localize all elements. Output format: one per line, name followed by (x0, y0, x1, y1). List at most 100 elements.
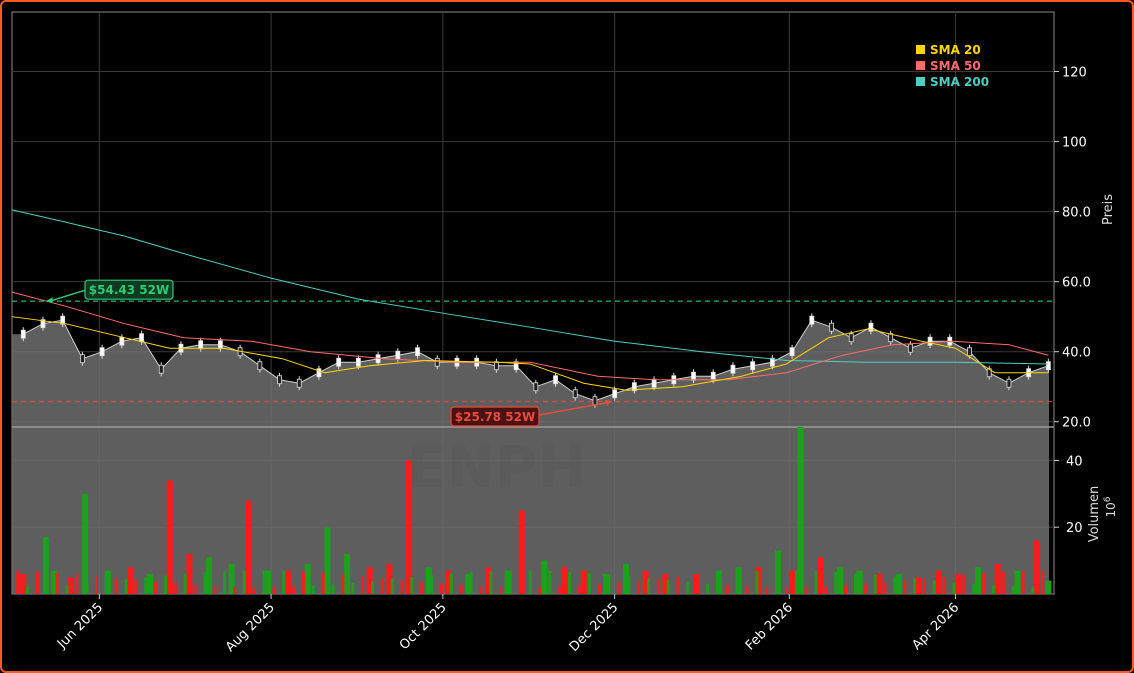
candle-body (553, 375, 558, 385)
price-tick-label: 100 (1062, 136, 1087, 151)
volume-bar-minor (725, 585, 729, 594)
volume-bar-minor (252, 587, 256, 594)
volume-bar-minor (706, 583, 710, 594)
legend-label: SMA 50 (930, 59, 981, 73)
volume-bar-minor (430, 575, 434, 594)
volume-bar-minor (1001, 571, 1005, 594)
candle-body (789, 347, 795, 357)
volume-bar-minor (183, 573, 187, 594)
legend-swatch (916, 45, 925, 54)
chart-frame: ENPH $54.43 52W $25.78 52W 20.0 40.0 60.0 80.0… (0, 0, 1134, 673)
volume-bar-minor (794, 570, 798, 594)
volume-bar-minor (1041, 570, 1045, 594)
volume-bar-minor (1021, 571, 1025, 594)
volume-bar-minor (262, 570, 266, 594)
candle-body (848, 333, 854, 343)
volume-bar-minor (627, 576, 631, 594)
x-tick-label: Aug 2025 (223, 600, 278, 655)
volume-bar-minor (242, 570, 246, 594)
low-52w-label: $25.78 52W (455, 410, 535, 424)
volume-bar-minor (223, 571, 227, 594)
volume-bar-minor (499, 586, 503, 594)
volume-bar-minor (715, 573, 719, 594)
volume-bar-minor (351, 582, 355, 594)
candle-body (158, 364, 164, 374)
volume-bar-minor (154, 581, 158, 594)
volume-bar (1034, 540, 1041, 594)
candle-body (198, 340, 204, 350)
legend-swatch (916, 77, 925, 86)
volume-bar-minor (114, 577, 118, 594)
volume-bar-minor (193, 584, 197, 594)
volume-bar-minor (370, 580, 374, 594)
watermark-text: ENPH (407, 433, 586, 501)
price-tick-label: 60.0 (1062, 276, 1091, 291)
candle-body (1045, 361, 1051, 371)
volume-bar-minor (903, 580, 907, 594)
volume-bar-minor (489, 571, 493, 594)
volume-bar-minor (292, 586, 296, 594)
volume-bar (836, 567, 843, 594)
volume-bar-minor (873, 574, 877, 594)
volume-bar-minor (666, 580, 670, 594)
candle-body (277, 375, 282, 385)
candle-body (296, 378, 302, 388)
volume-bar-minor (942, 576, 946, 594)
volume-bar-minor (913, 578, 917, 594)
price-tick-label: 20.0 (1062, 416, 1091, 431)
volume-bar (955, 573, 962, 594)
volume-multiplier-exponent: 6 (1103, 496, 1113, 502)
volume-bar (344, 553, 351, 594)
volume-bar-minor (656, 578, 660, 594)
volume-bar (541, 560, 548, 594)
volume-bar-minor (16, 570, 20, 594)
candle-body (612, 389, 618, 399)
x-tick-label: Feb 2026 (743, 600, 796, 653)
candle-body (533, 382, 539, 392)
high-52w-label: $54.43 52W (89, 283, 169, 297)
volume-bar-minor (173, 583, 177, 594)
candle-body (80, 354, 85, 364)
candle-body (592, 396, 598, 406)
volume-bar-minor (144, 577, 148, 594)
volume-bar (127, 567, 134, 594)
volume-bar (166, 480, 173, 594)
legend-label: SMA 20 (930, 43, 981, 57)
volume-bar-minor (607, 574, 611, 594)
candle-body (493, 361, 499, 371)
x-tick-label: Dec 2025 (567, 600, 622, 655)
candle-body (336, 357, 342, 367)
volume-bar-minor (361, 576, 365, 594)
volume-bar-minor (844, 585, 848, 594)
candle-body (1006, 378, 1012, 388)
volume-bar (518, 510, 525, 594)
volume-bar-minor (676, 576, 680, 594)
volume-bar-minor (834, 571, 838, 594)
volume-bar-minor (1011, 586, 1015, 594)
volume-bar (324, 527, 331, 594)
volume-bar-minor (883, 582, 887, 594)
volume-bar (186, 553, 193, 594)
volume-bar-minor (420, 581, 424, 594)
legend-label: SMA 200 (930, 75, 989, 89)
volume-bar-minor (646, 578, 650, 594)
volume-bar (20, 573, 27, 594)
volume-bar-minor (991, 585, 995, 594)
volume-bar-minor (45, 585, 49, 594)
candle-body (99, 347, 105, 357)
candle-body (691, 371, 696, 381)
candle-body (395, 350, 401, 360)
candle-body (415, 347, 420, 357)
candle-body (139, 333, 144, 343)
x-axis: Jun 2025 Aug 2025 Oct 2025 Dec 2025 Feb 2026… (54, 594, 962, 655)
volume-bar-minor (479, 586, 483, 594)
volume-bar-minor (775, 570, 779, 594)
x-tick-label: Jun 2025 (54, 600, 106, 652)
volume-bar-minor (863, 583, 867, 594)
volume-bar-minor (55, 572, 59, 594)
volume-multiplier: 106 (1103, 496, 1118, 517)
volume-bar (1045, 580, 1052, 594)
volume-bar-minor (85, 583, 89, 594)
volume-bar-minor (469, 572, 473, 594)
candle-body (907, 343, 913, 353)
